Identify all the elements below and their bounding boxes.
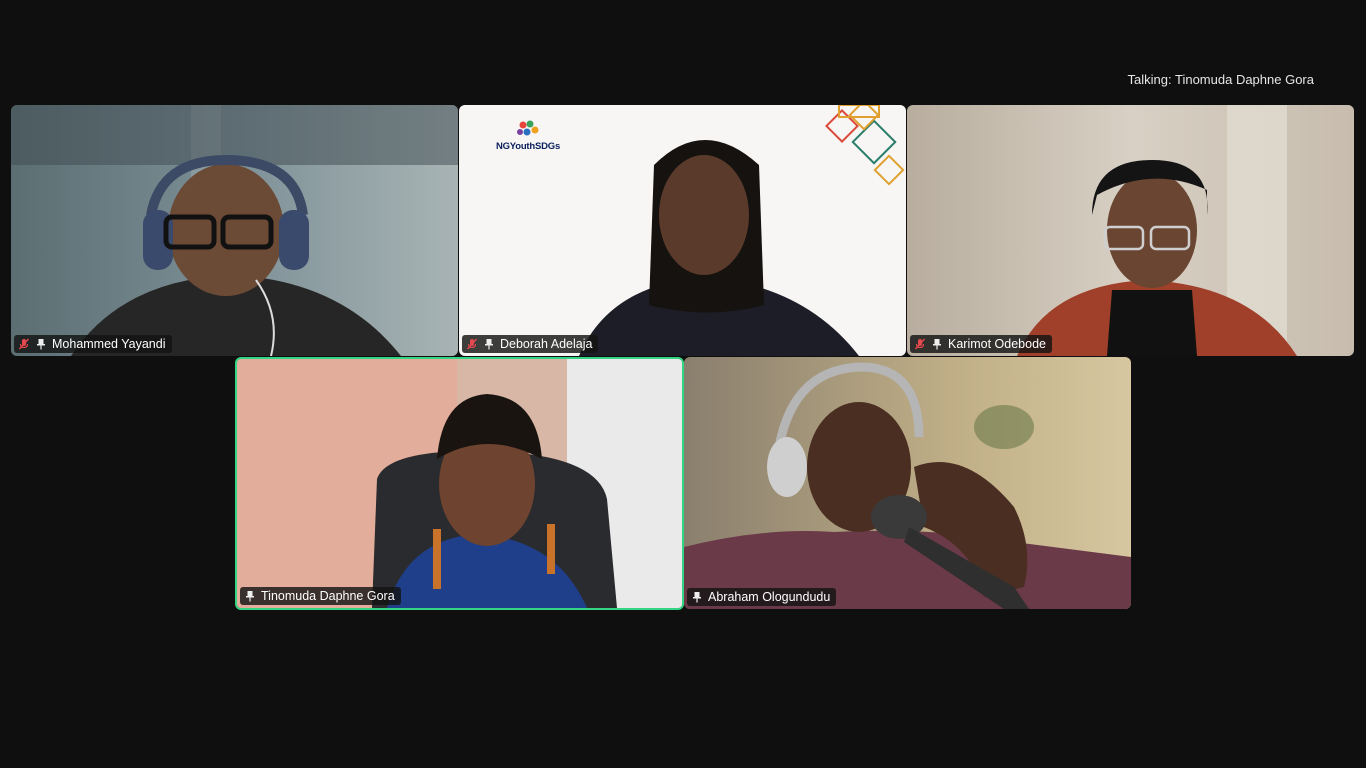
pin-icon[interactable] <box>35 338 47 350</box>
talking-indicator: Talking: Tinomuda Daphne Gora <box>1127 72 1314 87</box>
video-tile-deborah-adelaja[interactable]: NGYouthSDGs Deborah Adelaja <box>459 105 906 356</box>
video-feed <box>684 357 1131 609</box>
video-tile-karimot-odebode[interactable]: Karimot Odebode <box>907 105 1354 356</box>
video-tile-tinomuda-daphne-gora[interactable]: Tinomuda Daphne Gora <box>235 357 684 610</box>
pin-icon[interactable] <box>244 590 256 602</box>
participant-name: Tinomuda Daphne Gora <box>261 589 395 603</box>
pin-icon[interactable] <box>691 591 703 603</box>
pin-icon[interactable] <box>931 338 943 350</box>
muted-microphone-icon <box>466 338 478 350</box>
participant-nametag: Karimot Odebode <box>910 335 1052 353</box>
video-feed <box>907 105 1354 356</box>
participant-nametag: Abraham Ologundudu <box>687 588 837 606</box>
muted-microphone-icon <box>18 338 30 350</box>
muted-microphone-icon <box>914 338 926 350</box>
pin-icon[interactable] <box>483 338 495 350</box>
participant-name: Abraham Ologundudu <box>708 590 831 604</box>
participant-nametag: Deborah Adelaja <box>462 335 599 353</box>
participant-nametag: Tinomuda Daphne Gora <box>240 587 401 605</box>
video-feed <box>11 105 458 356</box>
participant-nametag: Mohammed Yayandi <box>14 335 172 353</box>
logo-text: NGYouthSDGs <box>495 141 561 152</box>
video-feed <box>237 359 682 608</box>
participant-name: Mohammed Yayandi <box>52 337 166 351</box>
video-tile-abraham-ologundudu[interactable]: Abraham Ologundudu <box>684 357 1131 609</box>
ngyouthsdgs-logo: NGYouthSDGs <box>483 119 573 163</box>
meeting-gallery-view: Talking: Tinomuda Daphne Gora Mohammed Y… <box>0 0 1366 768</box>
participant-name: Karimot Odebode <box>948 337 1046 351</box>
video-tile-mohammed-yayandi[interactable]: Mohammed Yayandi <box>11 105 458 356</box>
participant-name: Deborah Adelaja <box>500 337 593 351</box>
